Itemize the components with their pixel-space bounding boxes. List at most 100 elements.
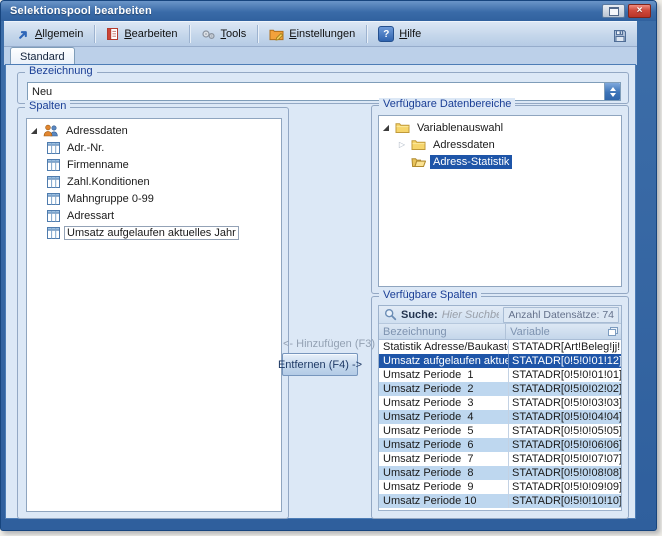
tree-item-variablenauswahl[interactable]: ◢ Variablenauswahl	[381, 119, 621, 136]
verfuegbare-spalten-legend: Verfügbare Spalten	[379, 289, 481, 301]
datenbereiche-treebox[interactable]: ◢ Variablenauswahl ▷ AdressdatenAdress-St…	[378, 115, 622, 287]
column-header-bezeichnung[interactable]: Bezeichnung	[379, 324, 505, 339]
cell-bezeichnung: Umsatz aufgelaufen aktuelles Jahr	[379, 354, 508, 368]
column-picker-button[interactable]	[603, 324, 621, 339]
title-bar: Selektionspool bearbeiten ×	[1, 1, 656, 21]
column-picker-icon	[607, 326, 619, 337]
expander-expanded-icon[interactable]: ◢	[381, 123, 391, 133]
tab-standard-label: Standard	[20, 51, 65, 63]
datenbereiche-groupbox: Verfügbare Datenbereiche ◢ Variablenausw…	[371, 105, 629, 294]
tree-item-label: Adressdaten	[430, 138, 498, 152]
column-header-variable[interactable]: Variable	[505, 324, 603, 339]
spalten-tree-item[interactable]: Mahngruppe 0-99	[29, 190, 281, 207]
cell-bezeichnung: Umsatz Periode 2	[379, 382, 508, 396]
table-column-icon	[47, 227, 60, 239]
bezeichnung-combobox[interactable]: Neu	[27, 82, 621, 101]
toolbar-button-einstellungen[interactable]: Einstellungen	[261, 25, 363, 44]
datenbereiche-tree-item[interactable]: ▷ Adressdaten	[381, 136, 621, 153]
dialog-window: Selektionspool bearbeiten × Allgemein Be…	[0, 0, 657, 531]
spalten-listbox[interactable]: ◢ Adressdaten Adr.-Nr. FirmennameZahl.Kon…	[26, 118, 282, 512]
expander-collapsed-icon[interactable]: ▷	[397, 140, 407, 150]
cell-bezeichnung: Umsatz Periode 7	[379, 452, 508, 466]
cell-variable: STATADR[0!5!0!01!12]	[508, 354, 621, 368]
toolbar-separator	[189, 25, 190, 43]
cell-bezeichnung: Umsatz Periode 6	[379, 438, 508, 452]
tree-item-label: Adressart	[64, 209, 117, 223]
table-row[interactable]: Umsatz Periode 5STATADR[0!5!0!05!05]	[379, 424, 621, 438]
table-column-icon	[47, 176, 60, 188]
search-input[interactable]	[442, 309, 500, 321]
close-icon: ×	[637, 6, 643, 16]
table-row[interactable]: Umsatz Periode 7STATADR[0!5!0!07!07]	[379, 452, 621, 466]
search-icon	[384, 308, 397, 321]
spalten-tree-item[interactable]: Zahl.Konditionen	[29, 173, 281, 190]
cell-bezeichnung: Umsatz Periode 10	[379, 494, 508, 508]
tree-item-label: Firmenname	[64, 158, 132, 172]
toolbar-button-tools[interactable]: Tools	[193, 25, 255, 44]
cell-variable: STATADR[0!5!0!04!04]	[508, 410, 621, 424]
table-row[interactable]: Umsatz Periode 2STATADR[0!5!0!02!02]	[379, 382, 621, 396]
spalten-tree-item[interactable]: Adressart	[29, 207, 281, 224]
restore-icon	[609, 7, 619, 16]
tree-item-label: Mahngruppe 0-99	[64, 192, 157, 206]
table-header: Bezeichnung Variable	[379, 324, 621, 340]
table-column-icon	[47, 159, 60, 171]
table-row[interactable]: Umsatz Periode 1STATADR[0!5!0!01!01]	[379, 368, 621, 382]
expander-expanded-icon[interactable]: ◢	[29, 126, 39, 136]
record-count-badge: Anzahl Datensätze: 74	[503, 307, 619, 323]
cell-variable: STATADR[0!5!0!02!02]	[508, 382, 621, 396]
spalten-tree-item[interactable]: Adr.-Nr.	[29, 139, 281, 156]
toolbar-separator	[257, 25, 258, 43]
combo-spinner-button[interactable]	[604, 83, 620, 100]
table-row[interactable]: Umsatz Periode 10STATADR[0!5!0!10!10]	[379, 494, 621, 508]
hinzufuegen-button[interactable]: <- Hinzufügen (F3)	[283, 337, 361, 352]
table-row[interactable]: Umsatz Periode 6STATADR[0!5!0!06!06]	[379, 438, 621, 452]
table-body: Statistik Adresse/BaukastenSTATADR[Art!B…	[379, 340, 621, 510]
table-row[interactable]: Umsatz Periode 3STATADR[0!5!0!03!03]	[379, 396, 621, 410]
toolbar-button-allgemein[interactable]: Allgemein	[9, 25, 91, 44]
cell-variable: STATADR[0!5!0!09!09]	[508, 480, 621, 494]
table-column-icon	[47, 210, 60, 222]
table-row[interactable]: Umsatz Periode 8STATADR[0!5!0!08!08]	[379, 466, 621, 480]
cell-variable: STATADR[0!5!0!03!03]	[508, 396, 621, 410]
folder-icon	[411, 139, 426, 151]
bearbeiten-edit-icon	[106, 27, 119, 41]
table-column-icon	[47, 142, 60, 154]
verfuegbare-spalten-panel: Suche: Anzahl Datensätze: 74 Bezeichnung…	[378, 305, 622, 511]
toolbar-button-hilfe[interactable]: ? Hilfe	[370, 23, 429, 45]
tree-item-label: Adr.-Nr.	[64, 141, 107, 155]
save-button[interactable]	[611, 27, 629, 44]
tree-item-adressdaten-root[interactable]: ◢ Adressdaten	[29, 122, 281, 139]
toolbar-label-einstellungen: Einstellungen	[289, 28, 355, 40]
toolbar-label-hilfe: Hilfe	[399, 28, 421, 40]
save-floppy-icon	[613, 29, 627, 43]
spalten-legend: Spalten	[25, 100, 70, 112]
cell-variable: STATADR[Art!Beleg!jj!mm!m	[508, 340, 621, 354]
spinner-down-icon	[610, 93, 616, 97]
spalten-tree-item[interactable]: Umsatz aufgelaufen aktuelles Jahr	[29, 224, 281, 241]
tab-standard[interactable]: Standard	[10, 47, 75, 65]
allgemein-arrow-icon	[17, 28, 30, 41]
table-column-icon	[47, 193, 60, 205]
folder-icon	[395, 122, 410, 134]
spalten-tree-item[interactable]: Firmenname	[29, 156, 281, 173]
table-row[interactable]: Statistik Adresse/BaukastenSTATADR[Art!B…	[379, 340, 621, 354]
tree-item-label: Variablenauswahl	[414, 121, 506, 135]
spalten-groupbox: Spalten ◢ Adressdaten Adr.-Nr.Firmenname…	[17, 107, 289, 519]
bezeichnung-groupbox: Bezeichnung Neu	[17, 72, 629, 104]
entfernen-button[interactable]: Entfernen (F4) ->	[282, 353, 358, 376]
table-row[interactable]: Umsatz Periode 4STATADR[0!5!0!04!04]	[379, 410, 621, 424]
cell-bezeichnung: Umsatz Periode 4	[379, 410, 508, 424]
table-row[interactable]: Umsatz aufgelaufen aktuelles JahrSTATADR…	[379, 354, 621, 368]
restore-button[interactable]	[602, 4, 625, 18]
table-row[interactable]: Umsatz Periode 9STATADR[0!5!0!09!09]	[379, 480, 621, 494]
cell-bezeichnung: Umsatz Periode 8	[379, 466, 508, 480]
toolbar-button-bearbeiten[interactable]: Bearbeiten	[98, 24, 185, 44]
close-button[interactable]: ×	[628, 4, 651, 18]
bezeichnung-value: Neu	[28, 86, 604, 98]
toolbar-label-allgemein: Allgemein	[35, 28, 83, 40]
search-bar: Suche: Anzahl Datensätze: 74	[379, 306, 621, 324]
window-title: Selektionspool bearbeiten	[10, 5, 152, 17]
datenbereiche-tree-item[interactable]: Adress-Statistik	[381, 153, 621, 170]
people-icon	[43, 124, 59, 137]
